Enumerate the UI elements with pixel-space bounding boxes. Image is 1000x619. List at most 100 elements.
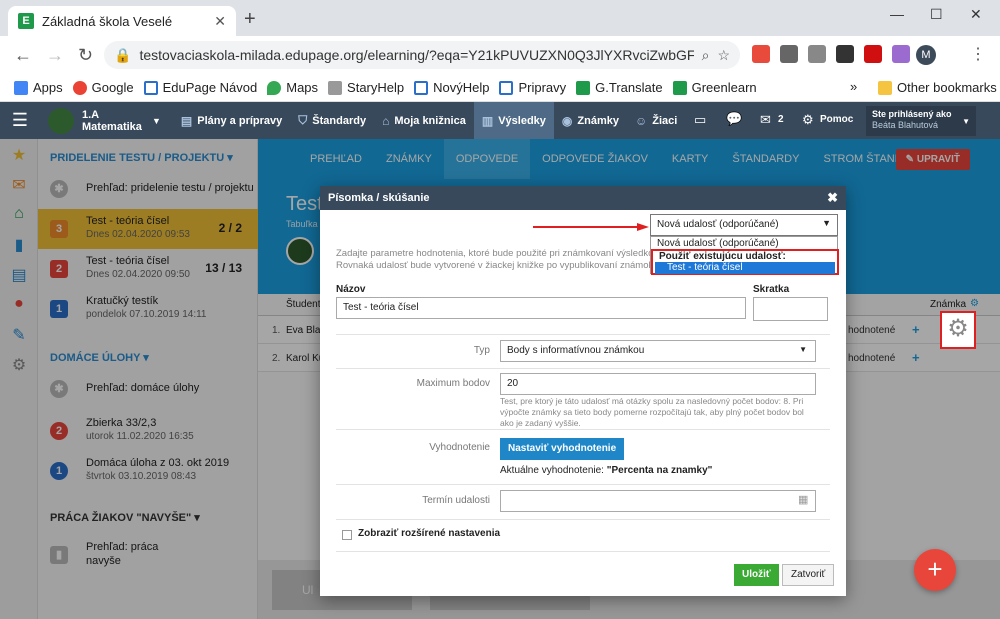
tab-title: Základná škola Veselé bbox=[42, 13, 173, 29]
annotation-arrow-icon bbox=[533, 223, 649, 231]
bar-chart-icon: ▥ bbox=[481, 113, 494, 128]
help-gear-icon[interactable]: ⚙ bbox=[802, 112, 814, 128]
bookmark-edupage-navod[interactable]: EduPage Návod bbox=[143, 80, 257, 95]
divider bbox=[336, 484, 830, 485]
bookmarks-bar: Apps Google EduPage Návod Maps StaryHelp… bbox=[0, 74, 1000, 102]
option-existing-event[interactable]: Test - teória čísel bbox=[655, 262, 835, 274]
back-icon[interactable]: ← bbox=[14, 45, 32, 66]
image-extension-icon[interactable] bbox=[836, 45, 854, 63]
mail-icon[interactable]: ✉ bbox=[760, 112, 771, 128]
user-menu[interactable]: Ste prihlásený ako Beáta Blahutová ▼ bbox=[866, 106, 976, 136]
apps-grid-icon bbox=[14, 80, 28, 95]
bookmark-google[interactable]: Google bbox=[72, 80, 134, 95]
max-points-input[interactable]: 20 bbox=[500, 373, 816, 395]
class-caret-icon[interactable]: ▼ bbox=[152, 116, 161, 126]
nav-vysledky[interactable]: ▥ Výsledky bbox=[473, 102, 554, 139]
divider bbox=[336, 429, 830, 430]
chat-icon[interactable]: 💬 bbox=[726, 111, 742, 127]
close-icon[interactable]: ✖ bbox=[827, 186, 838, 210]
name-label: Názov bbox=[336, 284, 366, 295]
event-date-input[interactable] bbox=[500, 490, 816, 512]
divider bbox=[336, 334, 830, 335]
other-bookmarks[interactable]: Other bookmarks bbox=[878, 80, 997, 95]
dialog-title: Písomka / skúšanie ✖ bbox=[320, 186, 846, 210]
maps-pin-icon bbox=[267, 80, 282, 95]
set-evaluation-button[interactable]: Nastaviť vyhodnotenie bbox=[500, 438, 625, 460]
chevron-down-icon: ▼ bbox=[799, 345, 807, 354]
address-bar[interactable]: 🔒 testovaciaskola-milada.edupage.org/ele… bbox=[104, 41, 740, 69]
g-extension-icon[interactable] bbox=[808, 45, 826, 63]
screen-icon[interactable]: ▭ bbox=[694, 112, 706, 128]
zoom-icon[interactable]: ⌕ bbox=[702, 47, 710, 64]
library-icon: ⌂ bbox=[382, 113, 390, 128]
close-button[interactable]: Zatvoriť bbox=[782, 564, 835, 586]
help-link[interactable]: Pomoc bbox=[820, 114, 853, 125]
bookmark-staryhelp[interactable]: StaryHelp bbox=[328, 80, 404, 95]
shield-icon: ⛉ bbox=[298, 113, 308, 127]
chevron-down-icon: ▼ bbox=[822, 218, 831, 228]
bookmark-pripravy[interactable]: Pripravy bbox=[499, 80, 566, 95]
class-avatar[interactable] bbox=[48, 107, 74, 134]
url-text: testovaciaskola-milada.edupage.org/elear… bbox=[139, 47, 694, 63]
type-select[interactable]: Body s informatívnou známkou ▼ bbox=[500, 340, 816, 362]
event-dropdown-list: Nová udalosť (odporúčané) Použiť existuj… bbox=[650, 236, 839, 275]
nav-znamky[interactable]: ◉ Známky bbox=[554, 102, 627, 139]
close-tab-icon[interactable]: ✕ bbox=[214, 13, 226, 30]
new-tab-icon[interactable]: + bbox=[244, 8, 256, 31]
reload-icon[interactable]: ↻ bbox=[78, 45, 93, 66]
nav-kniznica[interactable]: ⌂ Moja knižnica bbox=[374, 102, 474, 139]
bookmark-gtranslate[interactable]: G.Translate bbox=[576, 80, 663, 95]
hamburger-menu-icon[interactable]: ☰ bbox=[0, 110, 40, 131]
close-window-icon[interactable]: ✕ bbox=[970, 6, 982, 23]
browser-tab-bar: E Základná škola Veselé ✕ + — ☐ ✕ bbox=[0, 0, 1000, 36]
browser-tab[interactable]: E Základná škola Veselé ✕ bbox=[8, 6, 236, 36]
divider bbox=[336, 519, 830, 520]
screenshot-extension-icon[interactable] bbox=[780, 45, 798, 63]
nav-ziaci[interactable]: ☺ Žiaci bbox=[627, 102, 685, 139]
pdf-extension-icon[interactable] bbox=[752, 45, 770, 63]
add-fab-button[interactable]: + bbox=[914, 549, 956, 591]
dialog-intro: Zadajte parametre hodnotenia, ktoré bude… bbox=[336, 248, 656, 271]
name-input[interactable]: Test - teória čísel bbox=[336, 297, 746, 319]
bookmark-apps[interactable]: Apps bbox=[14, 80, 63, 95]
edupage-icon bbox=[576, 80, 591, 95]
max-points-help: Test, pre ktorý je táto udalosť má otázk… bbox=[500, 396, 804, 428]
forward-icon[interactable]: → bbox=[46, 45, 64, 66]
more-bookmarks-icon[interactable]: » bbox=[850, 79, 857, 94]
profile-avatar[interactable]: M bbox=[916, 45, 936, 65]
nav-plany[interactable]: ▤ Plány a prípravy bbox=[173, 102, 290, 139]
short-label: Skratka bbox=[753, 284, 790, 295]
short-input[interactable] bbox=[753, 297, 828, 321]
star-icon[interactable]: ☆ bbox=[717, 47, 730, 64]
red-extension-icon[interactable] bbox=[864, 45, 882, 63]
folder-icon bbox=[878, 80, 892, 95]
nav-standardy[interactable]: ⛉ Štandardy bbox=[290, 102, 374, 139]
help-icon bbox=[414, 80, 429, 95]
minimize-icon[interactable]: — bbox=[890, 6, 904, 22]
calendar-icon[interactable]: ▦ bbox=[798, 493, 808, 506]
event-select[interactable]: Nová udalosť (odporúčané) ▼ bbox=[650, 214, 838, 236]
grade-gear-icon[interactable]: ⚙ bbox=[940, 311, 976, 349]
bookmark-maps[interactable]: Maps bbox=[267, 80, 318, 95]
advanced-settings-label[interactable]: Zobraziť rozšírené nastavenia bbox=[358, 528, 500, 539]
event-date-label: Termín udalosti bbox=[422, 495, 490, 506]
stack-icon: ▤ bbox=[180, 113, 193, 128]
save-button[interactable]: Uložiť bbox=[734, 564, 779, 586]
edupage-icon bbox=[672, 80, 687, 95]
messages-count: 2 bbox=[778, 114, 784, 125]
current-evaluation: Aktuálne vyhodnotenie: "Percenta na znam… bbox=[500, 465, 713, 476]
edupage-favicon-icon: E bbox=[18, 13, 34, 29]
class-selector[interactable]: 1.A Matematika bbox=[82, 109, 152, 133]
evaluation-label: Vyhodnotenie bbox=[429, 442, 490, 453]
pen-extension-icon[interactable] bbox=[892, 45, 910, 63]
user-caret-icon: ▼ bbox=[962, 117, 970, 126]
browser-toolbar: ← → ↻ 🔒 testovaciaskola-milada.edupage.o… bbox=[0, 36, 1000, 74]
maximize-icon[interactable]: ☐ bbox=[930, 6, 943, 23]
option-new-event[interactable]: Nová udalosť (odporúčané) bbox=[657, 238, 779, 249]
bookmark-novyhelp[interactable]: NovýHelp bbox=[414, 80, 489, 95]
menu-dots-icon[interactable]: ⋮ bbox=[970, 44, 986, 64]
students-icon: ☺ bbox=[634, 113, 648, 128]
advanced-settings-checkbox[interactable] bbox=[342, 530, 352, 540]
existing-event-group-label: Použiť existujúcu udalosť: bbox=[659, 251, 786, 262]
bookmark-greenlearn[interactable]: Greenlearn bbox=[672, 80, 757, 95]
